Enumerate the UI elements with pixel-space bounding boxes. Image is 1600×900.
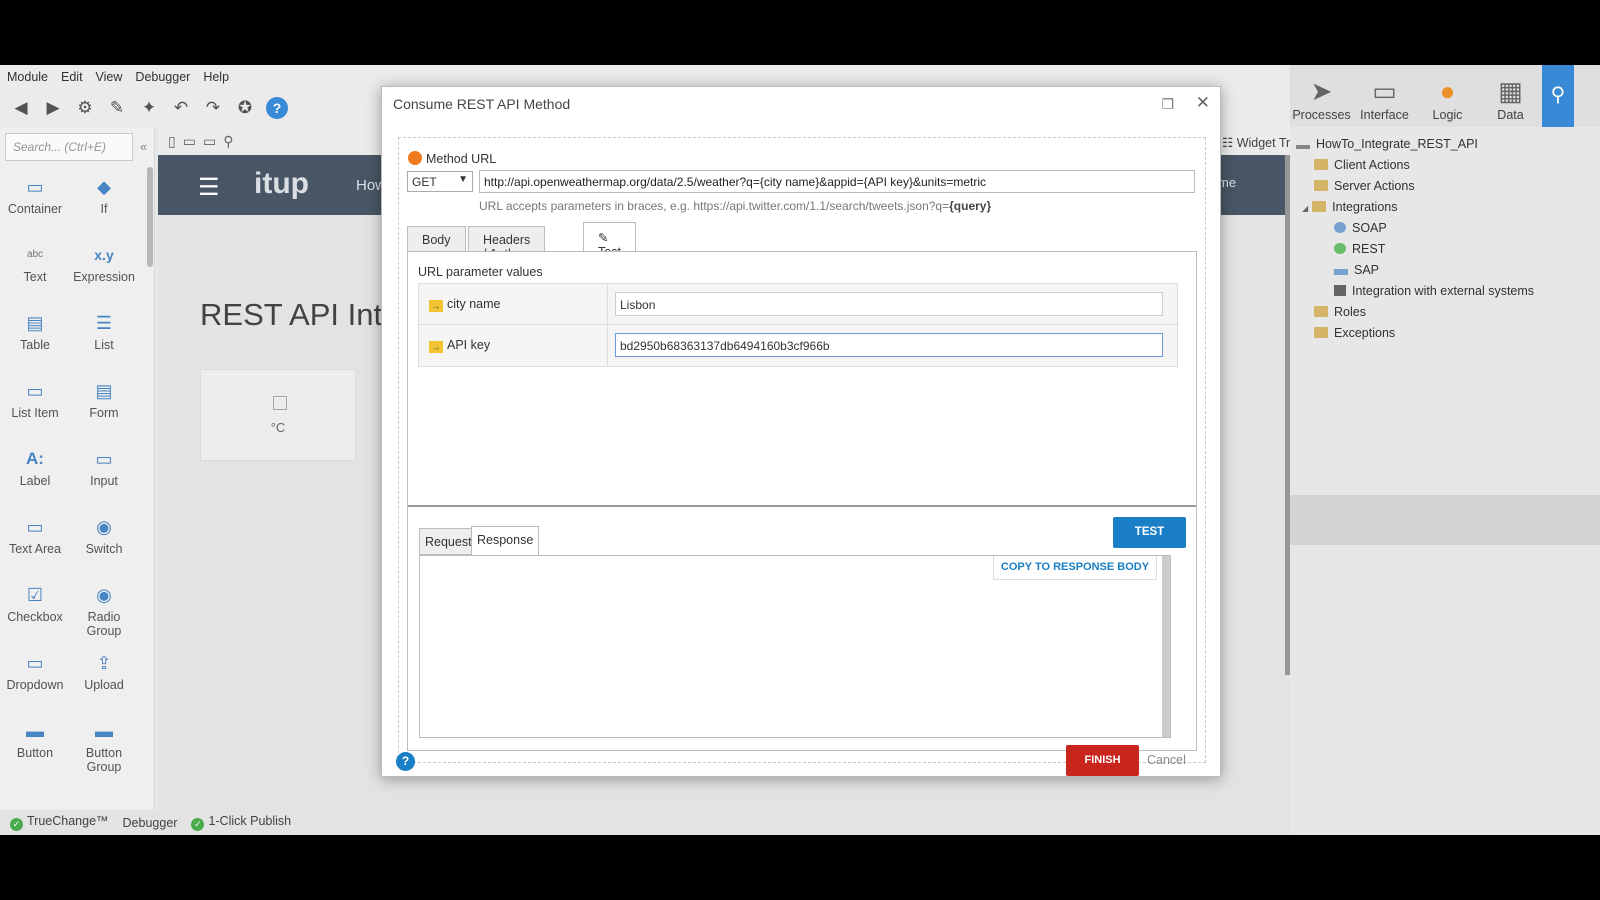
method-status-icon	[408, 151, 422, 165]
url-hint: URL accepts parameters in braces, e.g. h…	[479, 199, 991, 213]
param-value-input[interactable]: bd2950b68363137db6494160b3cf966b	[615, 333, 1163, 357]
maximize-icon[interactable]: ❐	[1161, 96, 1174, 113]
response-panel: COPY TO RESPONSE BODY	[419, 555, 1171, 738]
tab-headers-auth[interactable]: Headers / Auth	[468, 226, 546, 261]
param-row: → city name Lisbon	[419, 284, 1179, 325]
close-icon[interactable]: ✕	[1196, 93, 1210, 113]
url-params-label: URL parameter values	[418, 265, 543, 279]
copy-to-response-body-button[interactable]: COPY TO RESPONSE BODY	[993, 556, 1157, 580]
param-name-text: API key	[447, 338, 491, 352]
cancel-button[interactable]: Cancel	[1147, 753, 1186, 767]
column-divider	[607, 325, 608, 366]
parameter-icon: →	[429, 300, 443, 312]
param-name-text: city name	[447, 297, 501, 311]
url-params-table: → city name Lisbon → API key bd2950b683631…	[418, 283, 1179, 367]
method-url-label: Method URL	[426, 152, 497, 166]
method-url-input[interactable]: http://api.openweathermap.org/data/2.5/w…	[479, 170, 1195, 193]
help-icon[interactable]: ?	[396, 752, 415, 771]
consume-rest-dialog: Consume REST API Method ❐ ✕ Method URL G…	[381, 86, 1221, 777]
dialog-body: Method URL GET ▼ http://api.openweatherm…	[396, 137, 1206, 776]
ide-window: Module Edit View Debugger Help ◀ ▶ ⚙ ✎ ✦…	[0, 65, 1600, 835]
tab-test[interactable]: ✎ Test	[583, 222, 636, 259]
test-tab-panel: URL parameter values → city name Lisbon →…	[407, 251, 1197, 751]
tab-body[interactable]: Body	[407, 226, 466, 252]
chevron-down-icon: ▼	[458, 174, 468, 185]
http-verb-value: GET	[412, 175, 437, 189]
param-value-input[interactable]: Lisbon	[615, 292, 1163, 316]
tab-response[interactable]: Response	[471, 526, 540, 556]
column-divider	[607, 284, 608, 325]
url-hint-text: URL accepts parameters in braces, e.g. h…	[479, 199, 950, 213]
edit-icon: ✎	[598, 231, 609, 245]
test-button[interactable]: TEST	[1113, 517, 1186, 548]
tab-request[interactable]: Request	[419, 528, 478, 555]
param-name: → city name	[429, 297, 501, 312]
dialog-title: Consume REST API Method	[393, 96, 571, 112]
response-scrollbar[interactable]	[1162, 556, 1170, 737]
test-result-area: TEST Request Response COPY TO RESPONSE B…	[408, 505, 1196, 750]
finish-button[interactable]: FINISH	[1066, 745, 1139, 776]
param-name: → API key	[429, 338, 490, 353]
param-row: → API key bd2950b68363137db6494160b3cf966…	[419, 325, 1179, 366]
url-hint-example: {query}	[949, 199, 992, 213]
http-verb-select[interactable]: GET ▼	[407, 171, 473, 192]
parameter-icon: →	[429, 341, 443, 353]
